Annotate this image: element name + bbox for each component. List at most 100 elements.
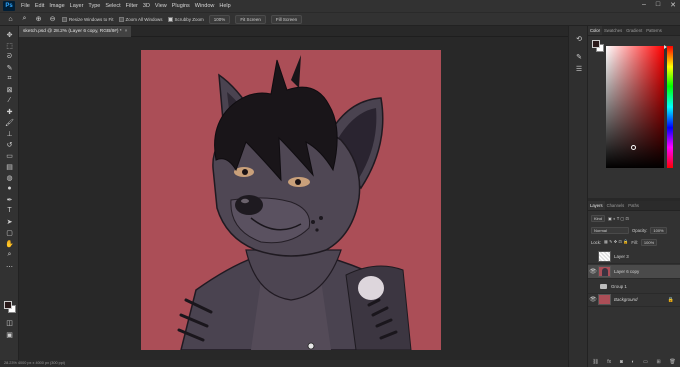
add-mask-icon[interactable]: ◙ bbox=[620, 359, 623, 365]
layer-name[interactable]: Layer 3 bbox=[614, 254, 629, 259]
zoom-tool-icon[interactable]: ⌕ bbox=[20, 15, 29, 24]
fill-input[interactable]: 100% bbox=[640, 238, 658, 246]
hue-slider-marker[interactable] bbox=[664, 45, 667, 49]
gradient-tool-icon[interactable]: ▤ bbox=[4, 162, 15, 171]
close-icon[interactable]: ✕ bbox=[670, 1, 676, 9]
menu-edit[interactable]: Edit bbox=[35, 3, 44, 9]
menu-type[interactable]: Type bbox=[88, 3, 100, 9]
scrubby-zoom-checkbox[interactable] bbox=[167, 16, 173, 22]
menu-select[interactable]: Select bbox=[105, 3, 120, 9]
resize-windows-option[interactable]: Resize Windows to Fit bbox=[62, 16, 114, 22]
menu-image[interactable]: Image bbox=[49, 3, 64, 9]
canvas-workspace[interactable] bbox=[19, 37, 568, 360]
move-tool-icon[interactable]: ✥ bbox=[4, 30, 15, 39]
hand-tool-icon[interactable]: ✋ bbox=[4, 239, 15, 248]
zoom-tool-sidebar-icon[interactable]: ⌕ bbox=[4, 250, 15, 259]
foreground-color-swatch[interactable] bbox=[4, 301, 12, 309]
eye-icon[interactable]: 👁 bbox=[588, 268, 598, 275]
crop-tool-icon[interactable]: ⌗ bbox=[4, 74, 15, 83]
tab-gradient[interactable]: Gradient bbox=[624, 26, 644, 35]
zoom-all-checkbox[interactable] bbox=[118, 16, 124, 22]
zoom-in-icon[interactable]: ⊕ bbox=[34, 15, 43, 24]
clone-stamp-tool-icon[interactable]: ⊥ bbox=[4, 129, 15, 138]
menu-filter[interactable]: Filter bbox=[126, 3, 138, 9]
document-tab[interactable]: sketch.psd @ 28.2% (Layer 6 copy, RGB/8#… bbox=[19, 26, 132, 37]
blend-mode-select[interactable]: Normal bbox=[591, 226, 629, 234]
scrubby-zoom-option[interactable]: Scrubby Zoom bbox=[167, 16, 204, 22]
tab-layers[interactable]: Layers bbox=[588, 201, 605, 210]
tab-swatches[interactable]: Swatches bbox=[602, 26, 624, 35]
zoom-100-button[interactable]: 100% bbox=[208, 14, 231, 24]
tab-color[interactable]: Color bbox=[588, 26, 603, 35]
tab-paths[interactable]: Paths bbox=[626, 201, 641, 210]
tools-panel: ✥ ⬚ ᘐ ✎ ⌗ ⊠ ⁄ ✚ 🖌 ⊥ ↺ ▭ ▤ ◍ ● ✒ T ➤ ▢ ✋ … bbox=[0, 26, 19, 367]
background-layer-row[interactable]: 👁 Background 🔒 bbox=[588, 293, 680, 307]
new-layer-icon[interactable]: ⊞ bbox=[656, 359, 660, 365]
lock-icons[interactable]: ▦ ✎ ✥ ⊡ 🔒 bbox=[604, 239, 628, 245]
eyedropper-tool-icon[interactable]: ⁄ bbox=[4, 96, 15, 105]
menu-window[interactable]: Window bbox=[195, 3, 215, 9]
marquee-tool-icon[interactable]: ⬚ bbox=[4, 41, 15, 50]
layer-name[interactable]: Layer 6 copy bbox=[614, 269, 639, 274]
layer-style-icon[interactable]: fx bbox=[607, 359, 611, 365]
type-tool-icon[interactable]: T bbox=[4, 206, 15, 215]
menu-layer[interactable]: Layer bbox=[70, 3, 84, 9]
layer-name[interactable]: Background bbox=[614, 297, 637, 302]
fit-screen-button[interactable]: Fit Screen bbox=[235, 14, 266, 24]
group-row[interactable]: Group 1 bbox=[588, 280, 680, 294]
minimize-icon[interactable]: – bbox=[642, 1, 646, 9]
brush-settings-icon[interactable]: ✎ bbox=[574, 52, 584, 61]
menu-file[interactable]: File bbox=[21, 3, 30, 9]
more-tools-icon[interactable]: ⋯ bbox=[4, 262, 15, 271]
tab-channels[interactable]: Channels bbox=[605, 201, 627, 210]
history-panel-icon[interactable]: ⟲ bbox=[574, 34, 584, 43]
layers-actions: ⛓ fx ◙ ◐ ▭ ⊞ 🗑 bbox=[588, 357, 680, 367]
new-group-icon[interactable]: ▭ bbox=[643, 359, 648, 365]
history-brush-tool-icon[interactable]: ↺ bbox=[4, 140, 15, 149]
group-name[interactable]: Group 1 bbox=[611, 284, 627, 289]
quick-select-tool-icon[interactable]: ✎ bbox=[4, 63, 15, 72]
zoom-all-option[interactable]: Zoom All Windows bbox=[118, 16, 163, 22]
blur-tool-icon[interactable]: ◍ bbox=[4, 173, 15, 182]
hue-slider[interactable] bbox=[667, 46, 673, 168]
healing-brush-tool-icon[interactable]: ✚ bbox=[4, 107, 15, 116]
dodge-tool-icon[interactable]: ● bbox=[4, 184, 15, 193]
panel-foreground-swatch[interactable] bbox=[592, 40, 600, 48]
options-bar: ⌂ ⌕ ⊕ ⊖ Resize Windows to Fit Zoom All W… bbox=[0, 12, 680, 26]
tab-patterns[interactable]: Patterns bbox=[644, 26, 664, 35]
filter-icons[interactable]: ▣ ◐ T ▢ ⊡ bbox=[608, 216, 629, 221]
brush-tool-icon[interactable]: 🖌 bbox=[4, 118, 15, 127]
layer-thumbnail bbox=[598, 294, 611, 305]
frame-tool-icon[interactable]: ⊠ bbox=[4, 85, 15, 94]
resize-windows-checkbox[interactable] bbox=[62, 16, 67, 22]
menu-plugins[interactable]: Plugins bbox=[172, 3, 190, 9]
rectangle-tool-icon[interactable]: ▢ bbox=[4, 228, 15, 237]
maximize-icon[interactable]: □ bbox=[656, 1, 660, 9]
lasso-tool-icon[interactable]: ᘐ bbox=[4, 52, 15, 61]
menu-view[interactable]: View bbox=[155, 3, 167, 9]
zoom-out-icon[interactable]: ⊖ bbox=[48, 15, 57, 24]
path-selection-tool-icon[interactable]: ➤ bbox=[4, 217, 15, 226]
layer-row[interactable]: Layer 3 bbox=[588, 250, 680, 264]
layer-filter-select[interactable]: Kind bbox=[591, 214, 606, 222]
color-saturation-field[interactable] bbox=[606, 46, 664, 168]
screen-mode-icon[interactable]: ▣ bbox=[4, 330, 15, 339]
eraser-tool-icon[interactable]: ▭ bbox=[4, 151, 15, 160]
menu-3d[interactable]: 3D bbox=[143, 3, 150, 9]
link-layers-icon[interactable]: ⛓ bbox=[592, 359, 598, 365]
adjustment-layer-icon[interactable]: ◐ bbox=[631, 359, 634, 365]
fill-screen-button[interactable]: Fill Screen bbox=[270, 14, 303, 24]
eye-icon[interactable]: 👁 bbox=[588, 296, 598, 303]
blend-row: Normal Opacity: 100% bbox=[588, 225, 680, 235]
quick-mask-icon[interactable]: ◫ bbox=[4, 318, 15, 327]
adjustments-panel-icon[interactable]: ☰ bbox=[574, 64, 584, 73]
pen-tool-icon[interactable]: ✒ bbox=[4, 195, 15, 204]
color-picker-cursor[interactable] bbox=[631, 145, 636, 150]
close-tab-icon[interactable]: × bbox=[125, 29, 128, 34]
opacity-input[interactable]: 100% bbox=[650, 226, 667, 234]
artboard-canvas[interactable] bbox=[141, 50, 441, 350]
menu-help[interactable]: Help bbox=[219, 3, 230, 9]
home-icon[interactable]: ⌂ bbox=[6, 15, 15, 24]
delete-layer-icon[interactable]: 🗑 bbox=[669, 359, 675, 365]
layer-row-selected[interactable]: 👁 Layer 6 copy bbox=[588, 265, 680, 279]
